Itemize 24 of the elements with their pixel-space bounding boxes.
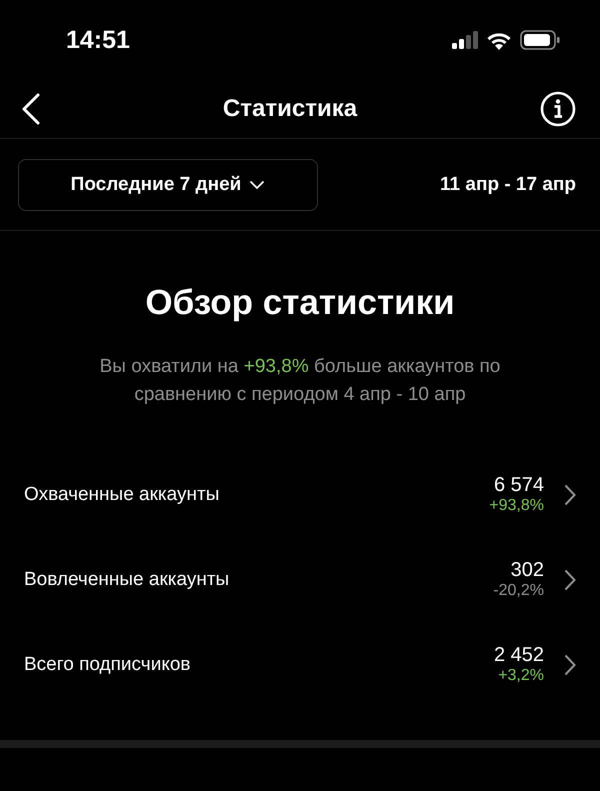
metric-label[interactable]: Всего подписчиков [24,654,494,676]
wifi-icon [486,30,512,50]
metric-change: +93,8% [489,497,544,515]
metric-value: 2 452 [494,644,544,667]
metric-label[interactable]: Охваченные аккаунты [24,484,490,506]
period-dropdown[interactable]: Последние 7 дней [18,158,318,210]
date-range: 11 апр - 17 апр [440,174,576,196]
back-icon[interactable] [22,93,40,125]
status-time: 14:51 [66,26,130,54]
screen-title: Статистика [222,95,358,123]
overview-title: Обзор статистики [144,283,456,323]
metric-change: +3,2% [498,667,544,685]
metric-change: -20,2% [493,582,544,600]
signal-icon [452,31,478,49]
metric-value: 6 574 [494,474,544,497]
metric-value: 302 [510,559,544,582]
chevron-right-icon[interactable] [564,654,576,676]
chevron-right-icon[interactable] [564,484,576,506]
chevron-right-icon[interactable] [564,568,576,590]
metric-label[interactable]: Вовлеченные аккаунты [24,568,494,590]
battery-icon [520,30,560,50]
summary-text: Вы охватили на +93,8% больше аккаунтов по сравнению с периодом 4 апр - 10 апр [98,355,502,407]
chevron-down-icon [249,180,266,190]
info-icon[interactable] [540,91,576,127]
